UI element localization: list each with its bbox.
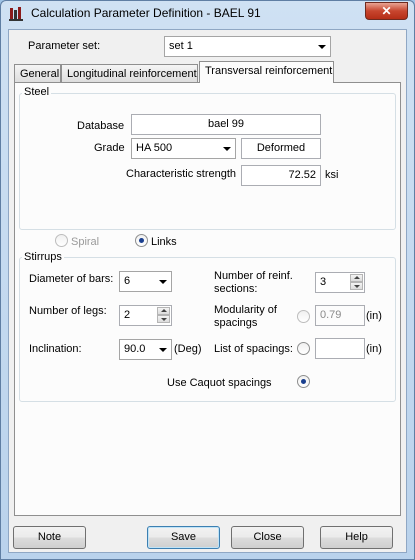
characteristic-strength-value: 72.52 xyxy=(288,169,316,181)
sections-label-line2: sections: xyxy=(214,283,258,295)
spacing-list-field[interactable] xyxy=(315,338,365,359)
sections-label-line1: Number of reinf. xyxy=(214,270,293,282)
database-label: Database xyxy=(77,120,125,132)
save-button[interactable]: Save xyxy=(147,526,220,549)
tab-general[interactable]: General xyxy=(14,64,61,83)
chevron-down-icon xyxy=(223,147,231,151)
sections-value: 3 xyxy=(320,276,327,288)
steel-type-value: Deformed xyxy=(256,142,306,154)
inclination-label: Inclination: xyxy=(29,343,82,355)
modularity-value: 0.79 xyxy=(320,309,342,321)
close-button[interactable]: Close xyxy=(231,526,304,549)
help-button-label: Help xyxy=(345,531,368,543)
modularity-label-line2: spacings xyxy=(214,317,258,329)
stirrups-group-title: Stirrups xyxy=(22,251,64,263)
help-button[interactable]: Help xyxy=(320,526,393,549)
note-button[interactable]: Note xyxy=(13,526,86,549)
grade-label: Grade xyxy=(94,142,125,154)
note-button-label: Note xyxy=(37,531,62,543)
dialog-body: Parameter set: set 1 General Longitudina… xyxy=(8,29,407,553)
spacing-list-label: List of spacings: xyxy=(214,343,293,355)
close-icon: ✕ xyxy=(381,4,392,18)
save-button-label: Save xyxy=(170,531,197,543)
modularity-unit: (in) xyxy=(366,310,382,322)
close-window-button[interactable]: ✕ xyxy=(365,2,408,20)
tab-longitudinal-reinforcement[interactable]: Longitudinal reinforcement xyxy=(61,64,198,83)
steel-group-title: Steel xyxy=(22,86,52,98)
title-bar[interactable]: Calculation Parameter Definition - BAEL … xyxy=(1,1,414,27)
modularity-field[interactable]: 0.79 xyxy=(315,305,365,326)
sections-spin-buttons[interactable] xyxy=(350,274,363,291)
diameter-dropdown[interactable]: 6 xyxy=(119,271,172,292)
app-icon xyxy=(9,7,23,21)
spiral-radio[interactable] xyxy=(55,234,68,247)
spacing-list-unit: (in) xyxy=(366,343,382,355)
strength-unit-label: ksi xyxy=(325,169,339,181)
diameter-label: Diameter of bars: xyxy=(29,273,114,285)
characteristic-strength-label: Characteristic strength xyxy=(126,168,237,180)
caquot-spacings-radio[interactable] xyxy=(297,375,310,388)
legs-stepper[interactable]: 2 xyxy=(119,305,172,326)
sections-stepper[interactable]: 3 xyxy=(315,272,365,293)
chevron-down-icon xyxy=(159,280,167,284)
spacing-list-radio[interactable] xyxy=(297,342,310,355)
dialog-window: Calculation Parameter Definition - BAEL … xyxy=(0,0,415,560)
parameter-set-value: set 1 xyxy=(169,40,193,52)
database-field[interactable]: bael 99 xyxy=(131,114,321,135)
tab-transversal-label: Transversal reinforcement xyxy=(205,65,333,77)
grade-value: HA 500 xyxy=(136,142,173,154)
inclination-value: 90.0 xyxy=(124,343,146,355)
transversal-reinforcement-panel: Steel Database bael 99 Grade HA 500 Defo… xyxy=(14,82,401,516)
chevron-down-icon xyxy=(159,348,167,352)
caquot-spacings-label: Use Caquot spacings xyxy=(167,377,272,389)
parameter-set-label: Parameter set: xyxy=(28,40,101,52)
inclination-unit: (Deg) xyxy=(174,343,202,355)
chevron-down-icon xyxy=(318,45,326,49)
window-title: Calculation Parameter Definition - BAEL … xyxy=(31,6,261,20)
legs-label: Number of legs: xyxy=(29,305,107,317)
modularity-radio[interactable] xyxy=(297,310,310,323)
links-label: Links xyxy=(151,236,177,248)
legs-value: 2 xyxy=(124,309,131,321)
database-value: bael 99 xyxy=(207,118,245,130)
modularity-label-line1: Modularity of xyxy=(214,304,277,316)
tab-general-label: General xyxy=(20,68,60,80)
grade-dropdown[interactable]: HA 500 xyxy=(131,138,236,159)
tab-longitudinal-label: Longitudinal reinforcement xyxy=(67,68,197,80)
diameter-value: 6 xyxy=(124,275,131,287)
spiral-label: Spiral xyxy=(71,236,100,248)
tab-transversal-reinforcement[interactable]: Transversal reinforcement xyxy=(199,61,334,83)
steel-type-field: Deformed xyxy=(241,138,321,159)
close-button-label: Close xyxy=(253,531,282,543)
links-radio[interactable] xyxy=(135,234,148,247)
characteristic-strength-field[interactable]: 72.52 xyxy=(241,165,321,186)
inclination-dropdown[interactable]: 90.0 xyxy=(119,339,172,360)
parameter-set-dropdown[interactable]: set 1 xyxy=(164,36,331,57)
legs-spin-buttons[interactable] xyxy=(157,307,170,324)
